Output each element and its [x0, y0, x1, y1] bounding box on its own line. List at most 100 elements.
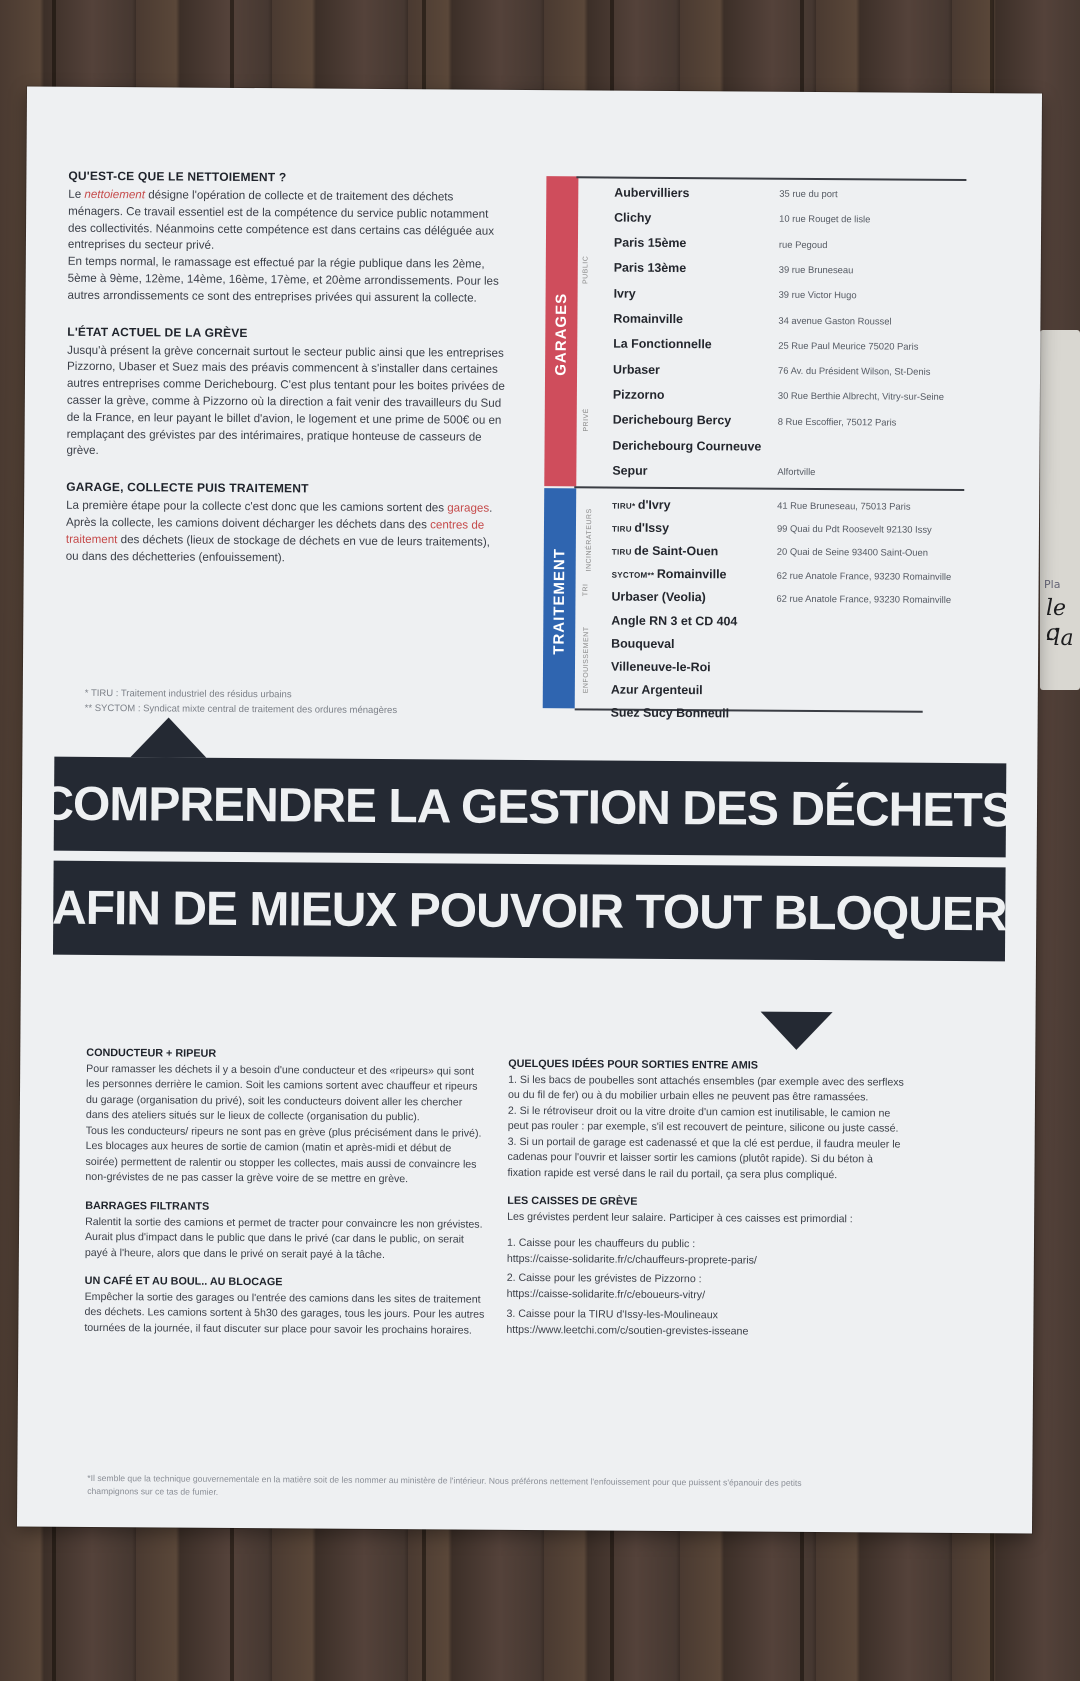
facility-name: Romainville — [613, 311, 684, 327]
section-text: En temps normal, le ramassage est effect… — [67, 254, 499, 305]
facility-row: Urbaser 76 Av. du Président Wilson, St-De… — [613, 358, 965, 383]
section-title: UN CAFÉ ET AU BOUL.. AU BLOCAGE — [84, 1274, 283, 1289]
section-caisses: LES CAISSES DE GRÈVE Les grévistes perde… — [506, 1195, 907, 1342]
facility-address: 10 rue Rouget de lisle — [779, 213, 871, 225]
caisse-link: https://caisse-solidarite.fr/c/chauffeur… — [506, 1252, 757, 1267]
facility-name: Aubervilliers — [614, 185, 690, 200]
tactics-column-left: CONDUCTEUR + RIPEUR Pour ramasser les dé… — [84, 1047, 486, 1353]
banner-asterisk: * — [1014, 789, 1021, 810]
facility-name: TIRU d'Issy — [611, 520, 670, 535]
section-text: La première étape pour la collecte c'est… — [65, 498, 493, 564]
banner-line-2: AFIN DE MIEUX POUVOIR TOUT BLOQUER — [52, 860, 1007, 962]
facility-row: Bouqueval — [611, 632, 963, 657]
public-label: PUBLIC — [582, 255, 590, 285]
facility-address: 8 Rue Escoffier, 75012 Paris — [777, 415, 897, 428]
keyword: nettoiement — [84, 187, 146, 202]
facility-prefix: TIRU* — [612, 501, 638, 511]
section-text: Les grévistes perdent leur salaire. Part… — [507, 1211, 853, 1226]
facility-address: rue Pegoud — [778, 238, 828, 250]
facility-name: Villeneuve-le-Roi — [610, 659, 711, 675]
section-barrages: BARRAGES FILTRANTS Ralentit la sortie de… — [85, 1200, 485, 1264]
keyword: garages — [447, 501, 490, 515]
caisse-list: 1. Caisse pour les chauffeurs du public … — [506, 1235, 907, 1341]
facility-row: Urbaser (Veolia) 62 rue Anatole France, 9… — [611, 585, 963, 610]
incinerateurs-label: INCINÉRATEURS — [585, 508, 594, 572]
section-title: L'ÉTAT ACTUEL DE LA GRÈVE — [67, 324, 248, 340]
facility-address: 30 Rue Berthie Albrecht, Vitry-sur-Seine — [777, 390, 944, 403]
facility-address: 99 Quai du Pdt Roosevelt 92130 Issy — [776, 522, 932, 535]
traitement-bar: TRAITEMENT — [542, 488, 577, 709]
section-etat-greve: L'ÉTAT ACTUEL DE LA GRÈVE Jusqu'à présen… — [66, 324, 507, 463]
facility-address: 62 rue Anatole France, 93230 Romainville — [776, 569, 952, 582]
banner-arrow-down — [760, 1011, 833, 1051]
section-title: QU'EST-CE QUE LE NETTOIEMENT ? — [68, 168, 287, 185]
section-text: Ralentit la sortie des camions et permet… — [84, 1215, 483, 1261]
enfouissement-label: ENFOUISSEMENT — [582, 626, 591, 694]
facility-name: Angle RN 3 et CD 404 — [611, 613, 738, 628]
garages-bar: GARAGES — [544, 176, 579, 487]
facility-address: Alfortville — [777, 466, 816, 478]
facility-row: Clichy 10 rue Rouget de lisle — [614, 206, 966, 231]
facility-address: 25 Rue Paul Meurice 75020 Paris — [778, 339, 919, 352]
section-title: BARRAGES FILTRANTS — [85, 1199, 210, 1213]
facility-row: Ivry 39 rue Victor Hugo — [614, 282, 966, 307]
facility-row: TIRU d'Issy 99 Quai du Pdt Roosevelt 9213… — [612, 516, 964, 541]
facility-row: La Fonctionnelle 25 Rue Paul Meurice 7502… — [613, 332, 965, 357]
facility-row: Pizzorno 30 Rue Berthie Albrecht, Vitry-s… — [613, 383, 965, 408]
tri-label: TRI — [582, 583, 590, 597]
garages-label: GARAGES — [552, 292, 571, 376]
tactics-column-right: QUELQUES IDÉES POUR SORTIES ENTRE AMIS 1… — [506, 1058, 908, 1356]
caisse-link: https://www.leetchi.com/c/soutien-grevis… — [506, 1323, 749, 1338]
facility-address: 34 avenue Gaston Roussel — [778, 314, 892, 327]
footnotes: * TIRU : Traitement industriel des résid… — [85, 687, 515, 719]
facility-prefix: TIRU — [611, 524, 635, 534]
traitement-label: TRAITEMENT — [550, 547, 569, 655]
facility-address: 39 rue Victor Hugo — [778, 288, 857, 301]
adjacent-poster-fragment: Pla le c -la — [1040, 330, 1080, 690]
section-idees: QUELQUES IDÉES POUR SORTIES ENTRE AMIS 1… — [507, 1058, 908, 1184]
facility-row: Aubervilliers 35 rue du port — [614, 181, 966, 206]
idea-item: 3. Si un portail de garage est cadenassé… — [507, 1135, 901, 1181]
section-cafe-blocage: UN CAFÉ ET AU BOUL.. AU BLOCAGE Empêcher… — [84, 1275, 484, 1339]
facility-name: Ivry — [613, 286, 636, 301]
facility-row: TIRU* d'Ivry 41 Rue Bruneseau, 75013 Pari… — [612, 493, 964, 518]
section-title: CONDUCTEUR + RIPEUR — [86, 1046, 217, 1060]
facility-address: 62 rue Anatole France, 93230 Romainville — [776, 592, 952, 605]
section-conducteur-ripeur: CONDUCTEUR + RIPEUR Pour ramasser les dé… — [85, 1047, 486, 1188]
facility-row: Angle RN 3 et CD 404 — [611, 609, 963, 634]
fragment-text-3: -la — [1046, 626, 1074, 651]
facility-name: TIRU* d'Ivry — [612, 497, 671, 512]
facility-address: 41 Rue Bruneseau, 75013 Paris — [777, 499, 911, 512]
caisse-link: https://caisse-solidarite.fr/c/eboueurs-… — [506, 1288, 706, 1302]
section-text: Pour ramasser les déchets il y a besoin … — [85, 1062, 478, 1124]
facility-address: 76 Av. du Président Wilson, St-Denis — [778, 364, 931, 377]
facility-name: Suez Sucy Bonneuil — [610, 705, 730, 721]
poster: QU'EST-CE QUE LE NETTOIEMENT ? Le nettoi… — [16, 86, 1043, 1534]
section-text: Tous les conducteurs/ ripeurs ne sont pa… — [85, 1124, 482, 1186]
facility-row: Paris 15ème rue Pegoud — [614, 231, 966, 256]
facility-name: Paris 13ème — [613, 260, 687, 276]
banner-arrow-up — [130, 717, 207, 758]
facility-name: Clichy — [614, 210, 652, 225]
facility-name: Urbaser — [613, 362, 660, 377]
facility-row: SYCTOM** Romainville 62 rue Anatole Franc… — [612, 562, 964, 587]
facility-name: La Fonctionnelle — [613, 336, 712, 352]
section-text: Empêcher la sortie des garages ou l'entr… — [84, 1290, 485, 1337]
section-text: Le nettoiement désigne l'opération de co… — [67, 187, 495, 253]
idea-item: 1. Si les bacs de poubelles sont attaché… — [507, 1073, 904, 1104]
facility-row: Sepur Alfortville — [612, 459, 964, 484]
facility-name: Azur Argenteuil — [610, 682, 703, 698]
facility-prefix: TIRU — [611, 547, 635, 557]
facility-address: 35 rue du port — [779, 187, 838, 200]
facility-name: Bouqueval — [611, 636, 675, 651]
facility-name: Paris 15ème — [613, 235, 687, 251]
section-text: Jusqu'à présent la grève concernait surt… — [66, 343, 505, 458]
facility-name: Pizzorno — [612, 387, 665, 402]
facility-prefix: SYCTOM** — [611, 570, 657, 580]
facility-row: Derichebourg Bercy 8 Rue Escoffier, 75012… — [613, 408, 965, 433]
facility-row: Suez Sucy Bonneuil — [611, 701, 963, 726]
prive-label: PRIVÉ — [582, 408, 591, 432]
section-nettoiement: QU'EST-CE QUE LE NETTOIEMENT ? Le nettoi… — [68, 169, 509, 308]
table-rule-middle — [574, 486, 965, 492]
facility-name: Derichebourg Bercy — [612, 412, 732, 428]
